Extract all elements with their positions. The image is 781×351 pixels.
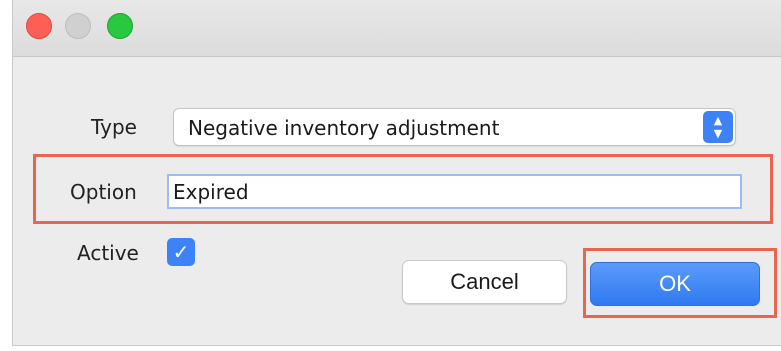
dialog-window: Type Negative inventory adjustment ▲ ▼ O… — [12, 0, 781, 346]
maximize-window-button[interactable] — [107, 13, 133, 39]
type-select-value: Negative inventory adjustment — [188, 116, 500, 140]
type-select[interactable]: Negative inventory adjustment ▲ ▼ — [173, 108, 736, 146]
minimize-window-button[interactable] — [65, 13, 91, 39]
cancel-button[interactable]: Cancel — [402, 260, 567, 304]
select-stepper-icon[interactable]: ▲ ▼ — [703, 111, 733, 143]
option-input[interactable] — [167, 174, 742, 209]
close-window-button[interactable] — [26, 13, 52, 39]
checkmark-icon: ✓ — [172, 240, 190, 264]
type-label: Type — [91, 115, 137, 139]
active-label: Active — [77, 241, 139, 265]
active-checkbox[interactable]: ✓ — [167, 238, 195, 266]
chevron-up-icon: ▲ — [713, 114, 723, 127]
ok-button[interactable]: OK — [590, 262, 760, 306]
option-label: Option — [70, 180, 137, 204]
chevron-down-icon: ▼ — [713, 127, 723, 140]
title-bar — [13, 0, 781, 57]
